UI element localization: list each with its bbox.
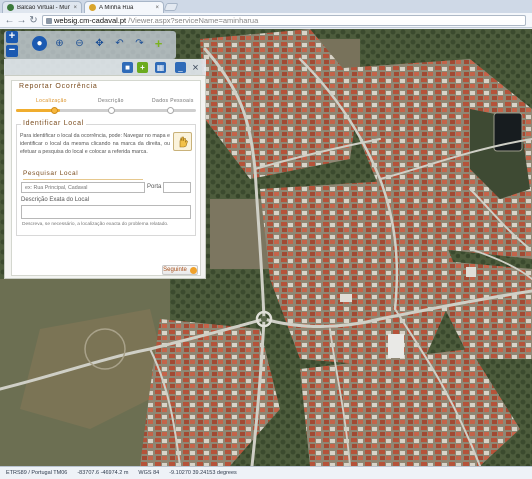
wizard-steps: Localização Descrição Dados Pessoais <box>16 98 196 116</box>
report-panel: Reportar Ocorrência Localização Descriçã… <box>4 75 206 279</box>
zoom-in-button[interactable]: + <box>6 31 18 43</box>
reload-icon[interactable]: ↻ <box>28 15 39 26</box>
layers-icon[interactable]: ▦ <box>155 62 166 73</box>
browser-tab-bar: Balcão Virtual - Município × A Minha Rua… <box>0 0 532 13</box>
new-tab-button[interactable] <box>163 3 179 11</box>
arrow-right-icon <box>189 266 197 274</box>
map-status-bar: ETRS89 / Portugal TM06 -83707.6 -46974.2… <box>0 466 532 479</box>
arrow-right-icon[interactable]: → <box>16 15 27 26</box>
tab-a-minha-rua[interactable]: A Minha Rua × <box>84 1 164 13</box>
tab-title: Balcão Virtual - Município <box>17 4 71 11</box>
browser-toolbar: ← → ↻ websig.cm-cadaval.pt/Viewer.aspx?s… <box>0 13 532 28</box>
next-button-label: Seguinte <box>163 267 187 273</box>
street-search-input[interactable] <box>21 182 145 193</box>
identify-location-section: Identificar Local Para identificar o loc… <box>16 120 196 236</box>
tab-title: A Minha Rua <box>99 4 134 11</box>
search-divider <box>23 179 143 180</box>
zoom-in-icon[interactable]: ⊕ <box>52 36 67 51</box>
close-tab-icon[interactable]: × <box>73 5 77 11</box>
step-dot-location[interactable] <box>51 107 58 114</box>
step-label-location: Localização <box>36 98 67 104</box>
address-bar[interactable]: websig.cm-cadaval.pt/Viewer.aspx?service… <box>42 15 526 26</box>
app-favicon-icon <box>89 4 96 11</box>
report-title: Reportar Ocorrência <box>19 83 98 90</box>
step-dot-description[interactable] <box>108 107 115 114</box>
next-button[interactable]: Seguinte <box>162 265 198 275</box>
save-icon[interactable]: ■ <box>122 62 133 73</box>
map-toolbar: ● ⊕ ⊖ ✥ ↶ ↷ + <box>4 31 176 59</box>
wgs-label: WGS 84 <box>138 470 160 476</box>
identify-location-title: Identificar Local <box>21 120 86 127</box>
report-form: Reportar Ocorrência Localização Descriçã… <box>11 80 201 276</box>
hand-pointer-icon <box>179 136 188 148</box>
zoom-controls: + − <box>6 31 18 57</box>
report-panel-header: ■ + ▦ _ × <box>4 59 206 75</box>
close-tab-icon[interactable]: × <box>155 5 159 11</box>
step-label-personal-data: Dados Pessoais <box>152 98 194 104</box>
forward-extent-icon[interactable]: ↷ <box>132 36 147 51</box>
exact-description-hint: Descreva, se necessário, a localização e… <box>22 222 169 227</box>
tab-balcao-virtual[interactable]: Balcão Virtual - Município × <box>2 1 82 13</box>
crs-label: ETRS89 / Portugal TM06 <box>6 470 68 476</box>
place-marker-button[interactable] <box>173 132 192 151</box>
zoom-out-button[interactable]: − <box>6 45 18 57</box>
door-number-input[interactable] <box>163 182 191 193</box>
close-icon[interactable]: × <box>190 62 201 74</box>
add-icon[interactable]: + <box>137 62 148 73</box>
geographic-coordinates: -9.10270 39.24153 degrees <box>169 470 237 476</box>
back-extent-icon[interactable]: ↶ <box>112 36 127 51</box>
address-path: /Viewer.aspx?serviceName=aminharua <box>128 16 259 25</box>
search-location-title: Pesquisar Local <box>23 170 79 177</box>
globe-icon[interactable]: ● <box>32 36 47 51</box>
step-dot-personal-data[interactable] <box>167 107 174 114</box>
identify-location-description: Para identificar o local da ocorrência, … <box>20 133 170 156</box>
projected-coordinates: -83707.6 -46974.2 m <box>77 470 129 476</box>
zoom-out-icon[interactable]: ⊖ <box>72 36 87 51</box>
address-host: websig.cm-cadaval.pt <box>54 16 127 25</box>
add-report-icon[interactable]: + <box>151 36 166 51</box>
pan-icon[interactable]: ✥ <box>92 36 107 51</box>
door-label: Porta <box>147 184 162 190</box>
minimize-icon[interactable]: _ <box>175 62 186 73</box>
exact-description-input[interactable] <box>21 205 191 219</box>
exact-description-label: Descrição Exata do Local <box>21 197 90 203</box>
municipality-favicon-icon <box>7 4 14 11</box>
page-icon <box>46 17 52 24</box>
arrow-left-icon[interactable]: ← <box>4 15 15 26</box>
step-label-description: Descrição <box>98 98 124 104</box>
